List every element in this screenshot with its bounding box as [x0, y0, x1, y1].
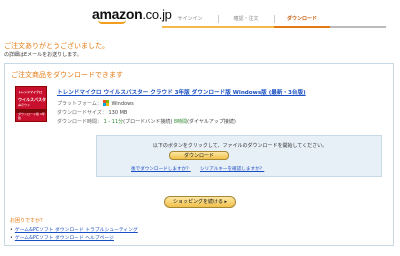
- time-broadband-value: 1 - 11分: [103, 119, 124, 125]
- help-title: お困りですか？: [10, 218, 46, 224]
- size-label: ダウンロードサイズ：: [57, 110, 107, 116]
- size-value: 130 MB: [108, 110, 128, 116]
- time-dialup-note: (ダイヤルアップ接続): [187, 119, 236, 125]
- product-image-label: ダウンロード版 3年版: [18, 112, 45, 120]
- time-dialup-value: 8時間: [173, 119, 188, 125]
- bullet: •: [10, 228, 13, 233]
- platform-row: プラットフォーム： Windows: [57, 100, 134, 107]
- product-image-sub: クラウド: [18, 103, 31, 107]
- help-link-help-page[interactable]: • ゲーム&PCソフト ダウンロード ヘルプページ: [10, 234, 114, 241]
- download-later-link[interactable]: 後でダウンロードしますか？: [131, 166, 191, 172]
- platform-label: プラットフォーム：: [57, 101, 102, 107]
- time-broadband-note: (ブロードバンド接続): [123, 119, 174, 125]
- time-label: ダウンロード時間：: [57, 119, 103, 125]
- step-progress-bar: [162, 26, 386, 28]
- step-download: ダウンロード: [286, 16, 317, 22]
- download-panel: 以下のボタンをクリックして、ファイルのダウンロードを開始してください。 ダウンロ…: [96, 135, 382, 177]
- step-progress-active: [274, 26, 330, 28]
- help-link-troubleshooting[interactable]: • ゲーム&PCソフト ダウンロード トラブルシューティング: [10, 226, 138, 233]
- checkout-steps: サインイン 確認・注文 ダウンロード: [162, 13, 386, 25]
- download-button[interactable]: ダウンロード: [169, 151, 229, 160]
- step-signin: サインイン: [177, 16, 203, 22]
- help-link-text: ゲーム&PCソフト ダウンロード ヘルプページ: [14, 236, 114, 241]
- thank-you-message: ご注文ありがとうございました。: [4, 42, 109, 50]
- windows-icon: [103, 100, 110, 106]
- product-image-brand: トレンドマイクロ: [18, 90, 42, 94]
- product-image[interactable]: トレンドマイクロ ウイルスバスター クラウド ダウンロード版 3年版: [15, 86, 47, 122]
- continue-shopping-button[interactable]: ショッピングを続ける ▸: [164, 196, 236, 208]
- logo-smile-icon: [98, 20, 126, 24]
- bullet: •: [10, 236, 13, 241]
- platform-value: Windows: [111, 101, 134, 107]
- section-title: ご注文商品をダウンロードできます: [11, 71, 123, 79]
- time-row: ダウンロード時間： 1 - 11分(ブロードバンド接続) 8時間(ダイヤルアップ…: [57, 118, 236, 125]
- step-confirm: 確認・注文: [233, 16, 259, 22]
- email-notice: の詳細はEメールをお送りします。: [4, 52, 82, 58]
- download-instruction: 以下のボタンをクリックして、ファイルのダウンロードを開始してください。: [152, 143, 328, 149]
- product-title-link[interactable]: トレンドマイクロ ウイルスバスター クラウド 3年版 ダウンロード版 Windo…: [57, 88, 306, 96]
- help-link-text: ゲーム&PCソフト ダウンロード トラブルシューティング: [14, 228, 138, 233]
- size-row: ダウンロードサイズ： 130 MB: [57, 109, 127, 116]
- serial-key-link[interactable]: シリアルキーを確認しますか？: [200, 166, 264, 172]
